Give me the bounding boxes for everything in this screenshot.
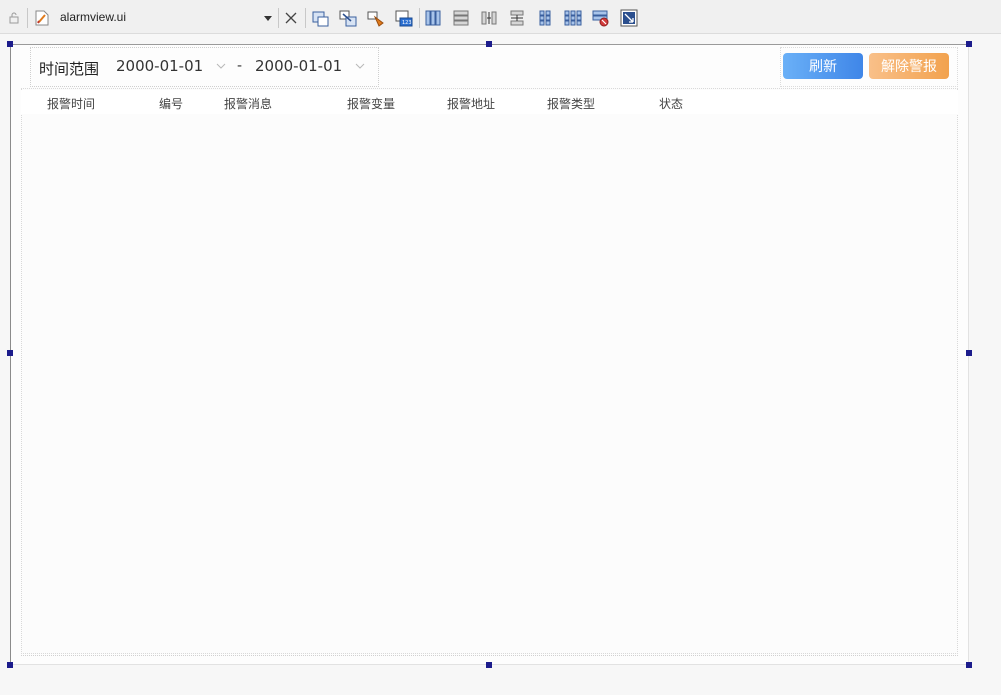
layout-vertical-icon[interactable] — [452, 9, 470, 27]
column-header-id[interactable]: 编号 — [159, 95, 183, 112]
layout-horizontal-splitter-icon[interactable] — [480, 9, 498, 27]
file-name: alarmview.ui — [60, 10, 127, 24]
layout-grid-icon[interactable] — [564, 9, 582, 27]
toolbar-separator — [305, 8, 306, 28]
lock-icon[interactable] — [8, 12, 20, 24]
svg-text:123: 123 — [402, 20, 412, 26]
end-date-field[interactable]: 2000-01-01 — [255, 57, 342, 75]
column-header-alarm-address[interactable]: 报警地址 — [447, 95, 495, 112]
clear-alarm-button[interactable]: 解除警报 — [869, 53, 949, 79]
resize-handle-bottom-right[interactable] — [966, 662, 972, 668]
layout-horizontal-icon[interactable] — [424, 9, 442, 27]
layout-bottom-border — [21, 655, 958, 656]
time-range-label: 时间范围 — [39, 60, 100, 78]
resize-handle-top[interactable] — [486, 41, 492, 47]
resize-handle-top-right[interactable] — [966, 41, 972, 47]
column-header-alarm-message[interactable]: 报警消息 — [224, 95, 272, 112]
designer-toolbar: alarmview.ui 123 — [0, 0, 1001, 34]
alarm-table[interactable] — [21, 88, 958, 654]
column-header-alarm-time[interactable]: 报警时间 — [47, 95, 95, 112]
resize-handle-top-left[interactable] — [7, 41, 13, 47]
refresh-button[interactable]: 刷新 — [783, 53, 863, 79]
widget-edit-icon[interactable] — [312, 9, 330, 27]
toolbar-separator — [27, 8, 28, 28]
resize-handle-bottom[interactable] — [486, 662, 492, 668]
resize-handle-right[interactable] — [966, 350, 972, 356]
end-date-chevron-down-icon[interactable] — [355, 63, 365, 69]
resize-handle-bottom-left[interactable] — [7, 662, 13, 668]
ui-file-icon — [35, 10, 49, 26]
date-range-separator: - — [237, 58, 243, 74]
start-date-chevron-down-icon[interactable] — [216, 63, 226, 69]
toolbar-separator — [419, 8, 420, 28]
column-header-alarm-variable[interactable]: 报警变量 — [347, 95, 395, 112]
start-date-field[interactable]: 2000-01-01 — [116, 57, 203, 75]
file-dropdown-icon[interactable] — [264, 16, 272, 22]
break-layout-icon[interactable] — [592, 9, 610, 27]
column-header-alarm-type[interactable]: 报警类型 — [547, 95, 595, 112]
close-file-icon[interactable] — [284, 11, 298, 25]
column-header-status[interactable]: 状态 — [659, 95, 683, 112]
tab-order-edit-icon[interactable]: 123 — [395, 9, 413, 27]
adjust-size-icon[interactable] — [620, 9, 638, 27]
buddy-edit-icon[interactable] — [367, 9, 385, 27]
toolbar-separator — [278, 8, 279, 28]
signal-slot-edit-icon[interactable] — [339, 9, 357, 27]
resize-handle-left[interactable] — [7, 350, 13, 356]
layout-vertical-splitter-icon[interactable] — [508, 9, 526, 27]
layout-form-icon[interactable] — [536, 9, 554, 27]
